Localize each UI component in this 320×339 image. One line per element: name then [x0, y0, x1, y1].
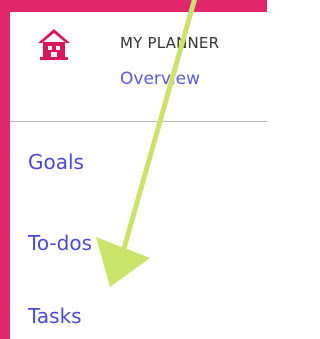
sidebar-header: MY PLANNER Overview: [10, 12, 267, 122]
nav-item-tasks[interactable]: Tasks: [28, 304, 82, 328]
home-icon[interactable]: [37, 27, 71, 61]
nav-item-todos[interactable]: To-dos: [28, 231, 92, 255]
sidebar-panel: MY PLANNER Overview Goals To-dos Tasks: [10, 12, 267, 339]
app-title: MY PLANNER: [120, 34, 220, 52]
overview-link[interactable]: Overview: [120, 69, 200, 89]
nav-item-goals[interactable]: Goals: [28, 150, 84, 174]
